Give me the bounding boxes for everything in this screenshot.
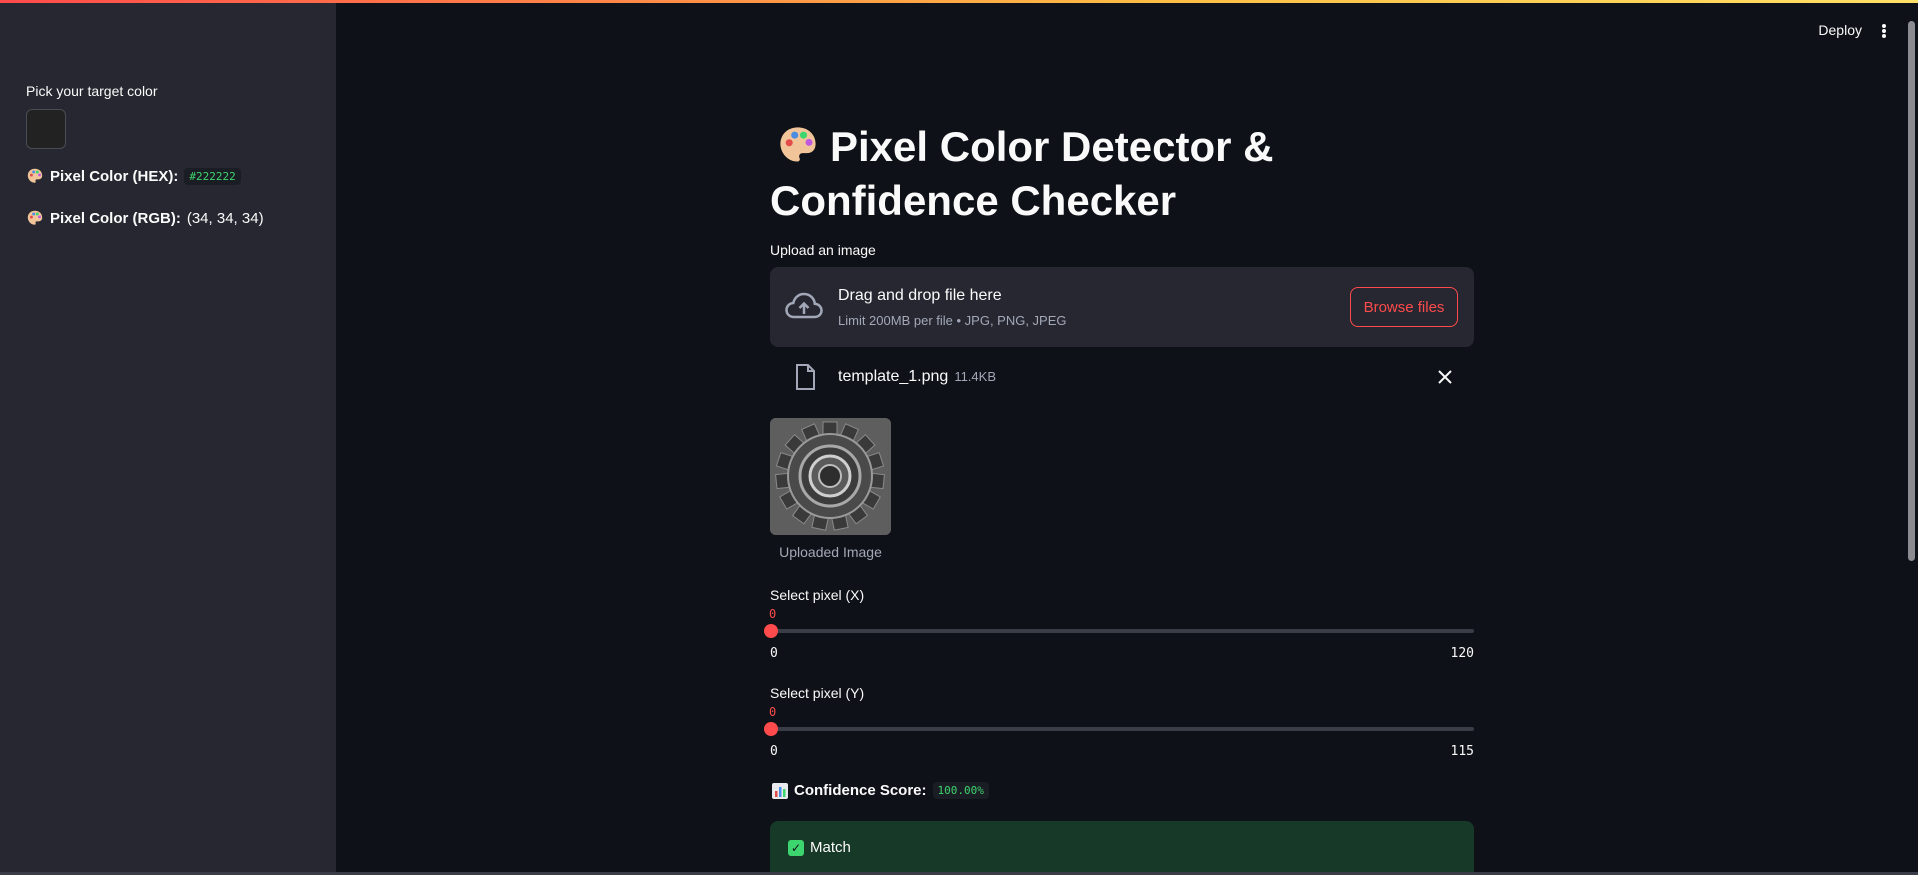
confidence-value: 100.00%: [932, 782, 989, 799]
dropzone-title: Drag and drop file here: [838, 287, 1002, 304]
cloud-upload-icon: [785, 292, 823, 319]
page-title: Pixel Color Detector & Confidence Checke…: [770, 120, 1330, 228]
slider-y-label: Select pixel (Y): [770, 685, 865, 701]
slider-y-handle[interactable]: [764, 722, 778, 736]
title-line-1: Pixel Color Detector &: [830, 123, 1274, 170]
match-alert: ✓ Match: [770, 821, 1474, 875]
slider-x-min: 0: [770, 646, 778, 661]
slider-x-label: Select pixel (X): [770, 587, 865, 603]
main-menu-icon[interactable]: [1876, 22, 1892, 40]
rgb-line: Pixel Color (RGB): (34, 34, 34): [26, 209, 264, 227]
scrollbar[interactable]: [1904, 3, 1918, 875]
confidence-line: Confidence Score: 100.00%: [772, 782, 989, 799]
sidebar: Pick your target color Pixel Color (HEX)…: [0, 3, 336, 875]
slider-y-value: 0: [769, 705, 777, 719]
file-name: template_1.png 11.4KB: [838, 368, 996, 386]
match-line: ✓ Match: [788, 839, 851, 856]
close-icon[interactable]: [1434, 366, 1456, 388]
palette-icon: [27, 168, 43, 183]
confidence-label: Confidence Score:: [794, 782, 927, 799]
slider-x-max: 120: [1450, 646, 1474, 661]
palette-icon: [27, 210, 43, 225]
rgb-value: (34, 34, 34): [186, 209, 264, 227]
file-dropzone[interactable]: Drag and drop file here Limit 200MB per …: [770, 267, 1474, 347]
slider-y-min: 0: [770, 744, 778, 759]
dropzone-subtitle: Limit 200MB per file • JPG, PNG, JPEG: [838, 313, 1067, 328]
uploaded-image: [770, 418, 891, 535]
slider-x-track[interactable]: [764, 624, 1474, 638]
palette-icon: [780, 127, 816, 162]
gear-image: [770, 418, 891, 535]
file-name-text: template_1.png: [838, 368, 949, 385]
rgb-label: Pixel Color (RGB):: [50, 209, 181, 227]
slider-y-max: 115: [1450, 744, 1474, 759]
deploy-button[interactable]: Deploy: [1818, 22, 1862, 38]
check-icon: ✓: [788, 839, 804, 856]
hex-value: #222222: [184, 167, 241, 185]
slider-x-value: 0: [769, 607, 777, 621]
color-picker-label: Pick your target color: [26, 83, 158, 99]
bar-chart-icon: [772, 782, 788, 799]
hex-label: Pixel Color (HEX):: [50, 167, 179, 185]
match-label: Match: [810, 839, 851, 856]
color-picker-swatch[interactable]: [26, 109, 66, 149]
browse-files-button[interactable]: Browse files: [1350, 287, 1458, 327]
hex-line: Pixel Color (HEX): #222222: [26, 167, 241, 185]
upload-label: Upload an image: [770, 242, 876, 258]
slider-x-handle[interactable]: [764, 624, 778, 638]
title-line-2: Confidence Checker: [770, 177, 1177, 224]
file-icon: [796, 364, 815, 390]
uploaded-file-row: template_1.png 11.4KB: [770, 360, 1474, 396]
slider-y-track[interactable]: [764, 722, 1474, 736]
image-caption: Uploaded Image: [779, 544, 882, 560]
file-size: 11.4KB: [954, 369, 996, 384]
scrollbar-thumb[interactable]: [1908, 21, 1915, 561]
